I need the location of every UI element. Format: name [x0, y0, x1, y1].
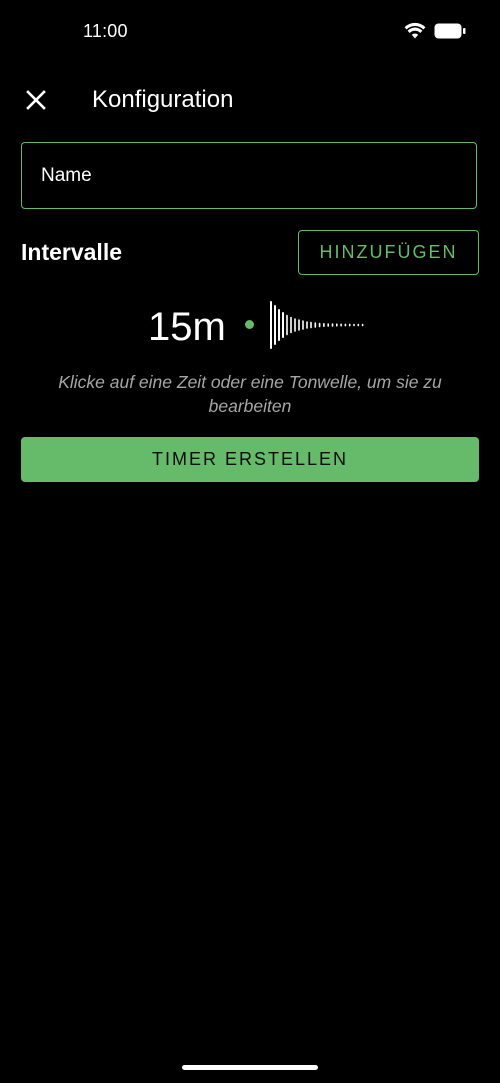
home-indicator[interactable]	[182, 1065, 318, 1070]
intervals-heading: Intervalle	[21, 239, 122, 265]
interval-item: 15m	[0, 296, 500, 356]
name-field[interactable]	[21, 142, 477, 209]
name-input[interactable]	[41, 164, 476, 187]
sound-wave-icon[interactable]	[268, 300, 368, 350]
hint-text: Klicke auf eine Zeit oder eine Tonwelle,…	[58, 372, 442, 416]
add-interval-button[interactable]: HINZUFÜGEN	[298, 230, 479, 275]
close-icon	[26, 90, 46, 110]
create-timer-button[interactable]: TIMER ERSTELLEN	[21, 437, 479, 482]
status-icons	[404, 22, 466, 40]
page-title: Konfiguration	[92, 86, 234, 113]
interval-time[interactable]: 15m	[148, 304, 226, 350]
interval-separator-dot	[245, 320, 254, 329]
status-time: 11:00	[83, 21, 128, 41]
battery-icon	[434, 23, 466, 39]
status-bar: 11:00	[0, 0, 500, 64]
close-button[interactable]	[16, 80, 56, 120]
wifi-icon	[404, 22, 426, 39]
app-bar: Konfiguration	[0, 72, 500, 128]
